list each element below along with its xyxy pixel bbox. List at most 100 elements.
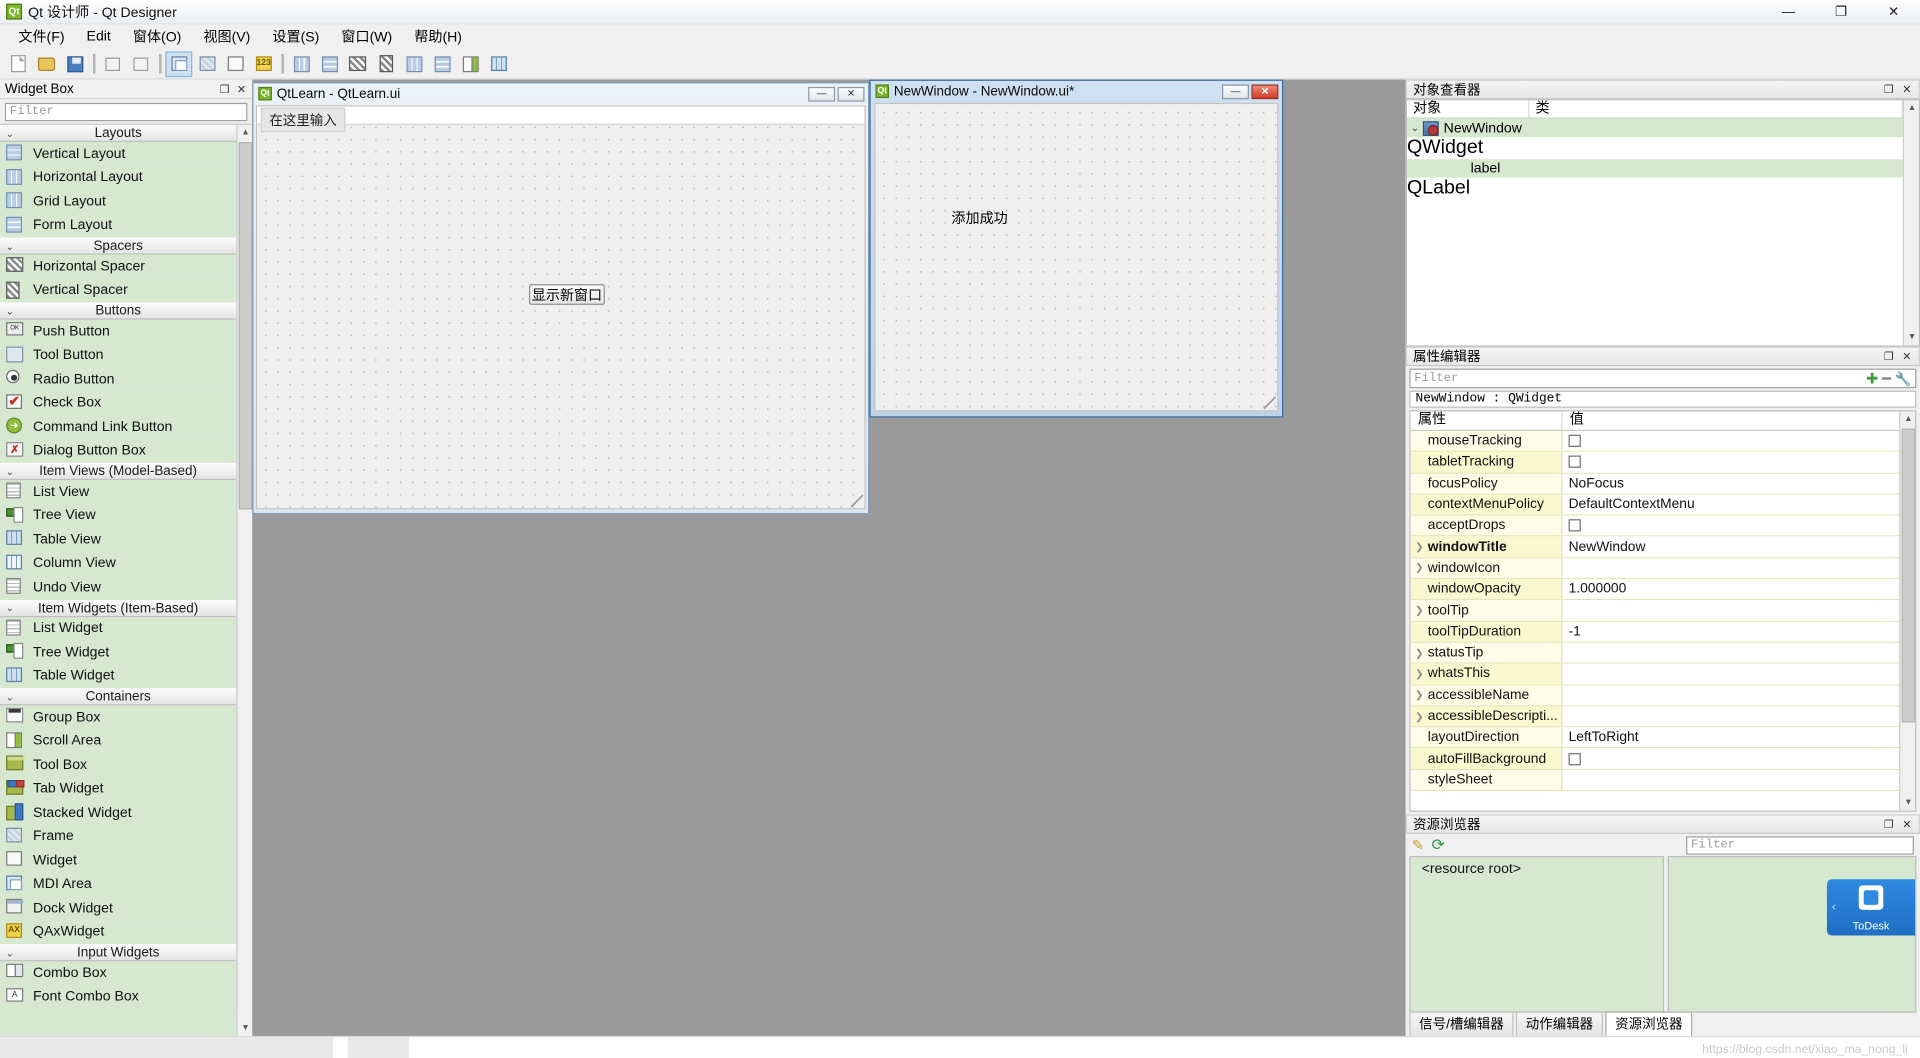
layout-splitter-horizontal-button[interactable] bbox=[344, 51, 371, 77]
widget-item-tool-button[interactable]: Tool Button bbox=[0, 343, 237, 368]
newwindow-minimize-button[interactable]: — bbox=[1222, 83, 1249, 99]
menu-item-6[interactable]: 帮助(H) bbox=[403, 24, 473, 48]
edit-tab-order-button[interactable]: 123 bbox=[250, 51, 277, 77]
widget-item-scroll-area[interactable]: Scroll Area bbox=[0, 729, 237, 754]
show-new-window-button[interactable]: 显示新窗口 bbox=[528, 284, 605, 305]
widget-item-list-widget[interactable]: List Widget bbox=[0, 616, 237, 641]
chevron-right-icon[interactable]: ❯ bbox=[1411, 563, 1428, 574]
widget-item-vertical-layout[interactable]: Vertical Layout bbox=[0, 142, 237, 166]
layout-vertically-button[interactable] bbox=[316, 51, 343, 77]
newwindow-size-grip[interactable] bbox=[1263, 396, 1276, 409]
property-value[interactable]: LeftToRight bbox=[1569, 730, 1639, 745]
widget-item-tree-view[interactable]: Tree View bbox=[0, 503, 237, 528]
chevron-right-icon[interactable]: ❯ bbox=[1411, 541, 1428, 552]
remove-property-icon[interactable]: ━ bbox=[1882, 370, 1891, 387]
property-checkbox[interactable] bbox=[1568, 456, 1581, 469]
widget-category-buttons[interactable]: ⌄ Buttons bbox=[0, 302, 237, 320]
scroll-down-arrow[interactable]: ▼ bbox=[237, 1020, 253, 1036]
property-editor-table[interactable]: 属性 值 mouseTracking tabletTracking focusPol… bbox=[1409, 410, 1917, 812]
property-table-scrollbar[interactable]: ▲ ▼ bbox=[1899, 411, 1916, 811]
configure-property-icon[interactable]: 🔧 bbox=[1895, 370, 1912, 387]
widget-item-column-view[interactable]: Column View bbox=[0, 551, 237, 576]
qtlearn-size-grip[interactable] bbox=[851, 494, 864, 507]
property-editor-close-icon[interactable]: ✕ bbox=[1902, 349, 1911, 364]
todesk-collapse-arrow-icon[interactable]: ‹ bbox=[1832, 901, 1836, 914]
widget-item-frame[interactable]: Frame bbox=[0, 824, 237, 849]
bottom-tab-0[interactable]: 信号/槽编辑器 bbox=[1409, 1011, 1514, 1036]
resource-root-item[interactable]: <resource root> bbox=[1422, 862, 1521, 877]
property-row[interactable]: focusPolicy NoFocus bbox=[1410, 473, 1900, 495]
property-row[interactable]: ❯ accessibleName bbox=[1410, 685, 1900, 707]
chevron-right-icon[interactable]: ❯ bbox=[1411, 647, 1428, 658]
property-checkbox[interactable] bbox=[1568, 434, 1581, 448]
widget-item-command-link-button[interactable]: ➜ Command Link Button bbox=[0, 415, 237, 439]
new-form-button[interactable] bbox=[5, 51, 32, 77]
property-row[interactable]: layoutDirection LeftToRight bbox=[1410, 727, 1900, 749]
property-row[interactable]: contextMenuPolicy DefaultContextMenu bbox=[1410, 494, 1900, 516]
property-row[interactable]: ❯ statusTip bbox=[1410, 642, 1900, 665]
property-value[interactable]: -1 bbox=[1569, 624, 1581, 639]
chevron-right-icon[interactable]: ❯ bbox=[1411, 711, 1428, 722]
widget-item-grid-layout[interactable]: Grid Layout bbox=[0, 189, 237, 214]
bottom-tab-2[interactable]: 资源浏览器 bbox=[1605, 1011, 1693, 1036]
scroll-up-arrow[interactable]: ▲ bbox=[1904, 100, 1919, 116]
widget-item-qaxwidget[interactable]: AX QAxWidget bbox=[0, 920, 237, 945]
widget-item-list-view[interactable]: List View bbox=[0, 480, 237, 504]
maximize-button[interactable]: ❐ bbox=[1815, 0, 1868, 24]
edit-signals-slots-button[interactable] bbox=[193, 51, 220, 77]
widget-item-font-combo-box[interactable]: A Font Combo Box bbox=[0, 985, 237, 1010]
scroll-down-arrow[interactable]: ▼ bbox=[1900, 795, 1915, 811]
property-editor-undock-icon[interactable]: ❐ bbox=[1884, 349, 1894, 364]
property-row[interactable]: ❯ toolTip bbox=[1410, 600, 1900, 622]
chevron-right-icon[interactable]: ❯ bbox=[1411, 668, 1428, 679]
layout-form-button[interactable] bbox=[429, 51, 456, 77]
qtlearn-close-button[interactable]: ✕ bbox=[837, 86, 865, 102]
break-layout-button[interactable] bbox=[457, 51, 484, 77]
property-value[interactable]: NewWindow bbox=[1569, 540, 1646, 555]
widget-category-item-views-model-based[interactable]: ⌄ Item Views (Model-Based) bbox=[0, 462, 237, 481]
add-property-icon[interactable]: ✚ bbox=[1866, 370, 1878, 387]
widget-item-table-widget[interactable]: Table Widget bbox=[0, 664, 237, 689]
widget-item-combo-box[interactable]: Combo Box bbox=[0, 961, 237, 986]
widget-item-table-view[interactable]: Table View bbox=[0, 527, 237, 552]
widget-category-item-widgets-item-based[interactable]: ⌄ Item Widgets (Item-Based) bbox=[0, 599, 237, 617]
menu-item-3[interactable]: 视图(V) bbox=[192, 24, 261, 48]
layout-horizontally-button[interactable] bbox=[288, 51, 315, 77]
widget-box-undock-icon[interactable]: ❐ bbox=[220, 81, 230, 96]
qtlearn-menubar-placeholder[interactable]: 在这里输入 bbox=[257, 106, 865, 133]
widget-item-horizontal-layout[interactable]: Horizontal Layout bbox=[0, 165, 237, 190]
scroll-up-arrow[interactable]: ▲ bbox=[237, 124, 253, 141]
scroll-down-arrow[interactable]: ▼ bbox=[1904, 329, 1919, 345]
widget-item-undo-view[interactable]: Undo View bbox=[0, 575, 237, 600]
reload-resources-icon[interactable]: ⟳ bbox=[1432, 835, 1445, 855]
property-value[interactable]: 1.000000 bbox=[1569, 582, 1627, 597]
widget-box-filter-input[interactable]: Filter bbox=[4, 102, 248, 122]
menu-item-2[interactable]: 窗体(O) bbox=[122, 24, 193, 48]
menu-item-5[interactable]: 窗口(W) bbox=[330, 24, 403, 48]
widget-item-tool-box[interactable]: Tool Box bbox=[0, 753, 237, 777]
newwindow-close-button[interactable]: ✕ bbox=[1251, 83, 1279, 99]
widget-item-dock-widget[interactable]: Dock Widget bbox=[0, 896, 237, 921]
widget-item-vertical-spacer[interactable]: Vertical Spacer bbox=[0, 278, 237, 303]
edit-buddies-button[interactable] bbox=[222, 51, 249, 77]
object-inspector-close-icon[interactable]: ✕ bbox=[1902, 82, 1911, 97]
todesk-floating-widget[interactable]: ‹ ToDesk bbox=[1826, 879, 1916, 936]
resource-filter-input[interactable]: Filter bbox=[1686, 835, 1914, 855]
property-row[interactable]: styleSheet bbox=[1410, 769, 1900, 792]
resource-browser-close-icon[interactable]: ✕ bbox=[1902, 817, 1911, 832]
scroll-up-arrow[interactable]: ▲ bbox=[1900, 411, 1915, 427]
scroll-thumb[interactable] bbox=[1901, 428, 1916, 723]
open-form-button[interactable] bbox=[33, 51, 60, 77]
layout-splitter-vertical-button[interactable] bbox=[372, 51, 399, 77]
redo-button[interactable] bbox=[127, 51, 154, 77]
widget-item-form-layout[interactable]: Form Layout bbox=[0, 213, 237, 238]
menu-item-0[interactable]: 文件(F) bbox=[7, 24, 75, 48]
widget-item-tree-widget[interactable]: Tree Widget bbox=[0, 640, 237, 665]
resource-browser-undock-icon[interactable]: ❐ bbox=[1884, 817, 1894, 832]
property-row[interactable]: autoFillBackground bbox=[1410, 748, 1900, 770]
widget-category-input-widgets[interactable]: ⌄ Input Widgets bbox=[0, 944, 237, 962]
resource-preview[interactable]: ‹ ToDesk bbox=[1667, 855, 1917, 1013]
object-inspector-tree[interactable]: 对象 类 ⌄ NewWindow QWidget label QLabel ▲ ▼ bbox=[1405, 99, 1920, 347]
edit-widgets-button[interactable] bbox=[165, 50, 193, 77]
close-button[interactable]: ✕ bbox=[1867, 0, 1920, 24]
